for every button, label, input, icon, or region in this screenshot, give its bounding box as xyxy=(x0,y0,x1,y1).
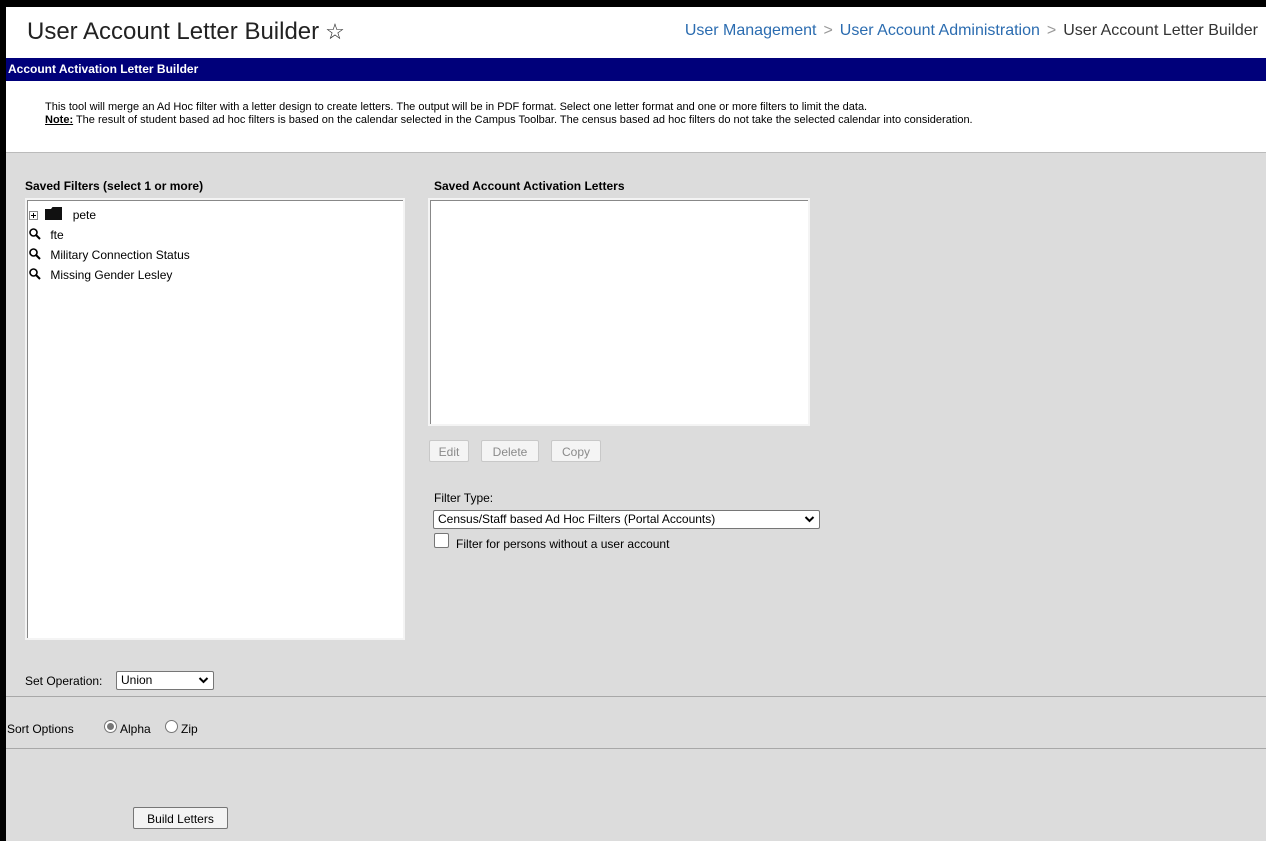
note-label: Note: xyxy=(45,114,74,126)
sort-options-label: Sort Options xyxy=(7,722,74,736)
page-title-text: User Account Letter Builder xyxy=(27,18,320,45)
sort-alpha-radio[interactable] xyxy=(104,720,117,733)
copy-button[interactable]: Copy xyxy=(551,440,601,462)
description-note: Note: The result of student based ad hoc… xyxy=(45,114,1266,127)
page-title: User Account Letter Builder ☆ xyxy=(27,18,345,46)
build-letters-button[interactable]: Build Letters xyxy=(133,807,228,829)
saved-filters-label: Saved Filters (select 1 or more) xyxy=(25,179,204,193)
note-text: The result of student based ad hoc filte… xyxy=(73,114,973,126)
filter-type-value: Census/Staff based Ad Hoc Filters (Porta… xyxy=(438,512,716,526)
saved-filters-list[interactable]: pete fte Military Connection Status Miss… xyxy=(25,198,405,640)
search-icon xyxy=(29,226,41,246)
breadcrumb-separator-icon: > xyxy=(823,22,833,39)
search-icon xyxy=(29,246,41,266)
edit-button[interactable]: Edit xyxy=(429,440,469,462)
tree-item-label: fte xyxy=(50,228,64,242)
divider xyxy=(6,748,1266,749)
set-operation-value: Union xyxy=(121,673,153,687)
favorite-star-icon[interactable]: ☆ xyxy=(325,19,345,44)
sort-zip-label: Zip xyxy=(181,722,198,736)
no-user-account-checkbox[interactable] xyxy=(434,533,449,548)
tree-item-label: Missing Gender Lesley xyxy=(50,268,173,282)
app-frame: User Account Letter Builder ☆ User Manage… xyxy=(6,7,1266,841)
delete-button[interactable]: Delete xyxy=(481,440,539,462)
folder-icon xyxy=(45,206,63,226)
description-panel: This tool will merge an Ad Hoc filter wi… xyxy=(6,81,1266,153)
section-header: Account Activation Letter Builder xyxy=(6,58,1266,81)
breadcrumb-separator-icon: > xyxy=(1046,22,1057,39)
description-line: This tool will merge an Ad Hoc filter wi… xyxy=(45,101,868,113)
filter-type-label: Filter Type: xyxy=(434,491,494,505)
expand-plus-icon[interactable] xyxy=(29,206,38,226)
search-icon xyxy=(29,266,41,286)
tree-item-filter[interactable]: fte xyxy=(29,225,64,245)
saved-letters-label: Saved Account Activation Letters xyxy=(434,179,625,193)
breadcrumb-user-account-administration[interactable]: User Account Administration xyxy=(840,22,1040,39)
breadcrumb: User Management > User Account Administrat… xyxy=(685,22,1258,40)
breadcrumb-current: User Account Letter Builder xyxy=(1063,22,1258,39)
tree-item-filter[interactable]: Military Connection Status xyxy=(29,245,190,265)
sort-alpha-label: Alpha xyxy=(120,722,151,736)
tree-item-label: Military Connection Status xyxy=(50,248,190,262)
saved-letters-list[interactable] xyxy=(428,198,810,426)
no-user-account-label: Filter for persons without a user accoun… xyxy=(456,537,670,551)
filter-type-select[interactable]: Census/Staff based Ad Hoc Filters (Porta… xyxy=(433,510,820,529)
set-operation-select[interactable]: Union xyxy=(116,671,214,690)
tree-item-label: pete xyxy=(72,208,97,222)
top-bar: User Account Letter Builder ☆ User Manage… xyxy=(6,7,1266,58)
divider xyxy=(6,696,1266,697)
sort-zip-radio[interactable] xyxy=(165,720,178,733)
tree-item-folder[interactable]: pete xyxy=(29,205,96,225)
tree-item-filter[interactable]: Missing Gender Lesley xyxy=(29,265,172,285)
breadcrumb-user-management[interactable]: User Management xyxy=(685,22,817,39)
set-operation-label: Set Operation: xyxy=(25,674,103,688)
chevron-down-icon xyxy=(804,511,815,534)
chevron-down-icon xyxy=(198,672,209,695)
